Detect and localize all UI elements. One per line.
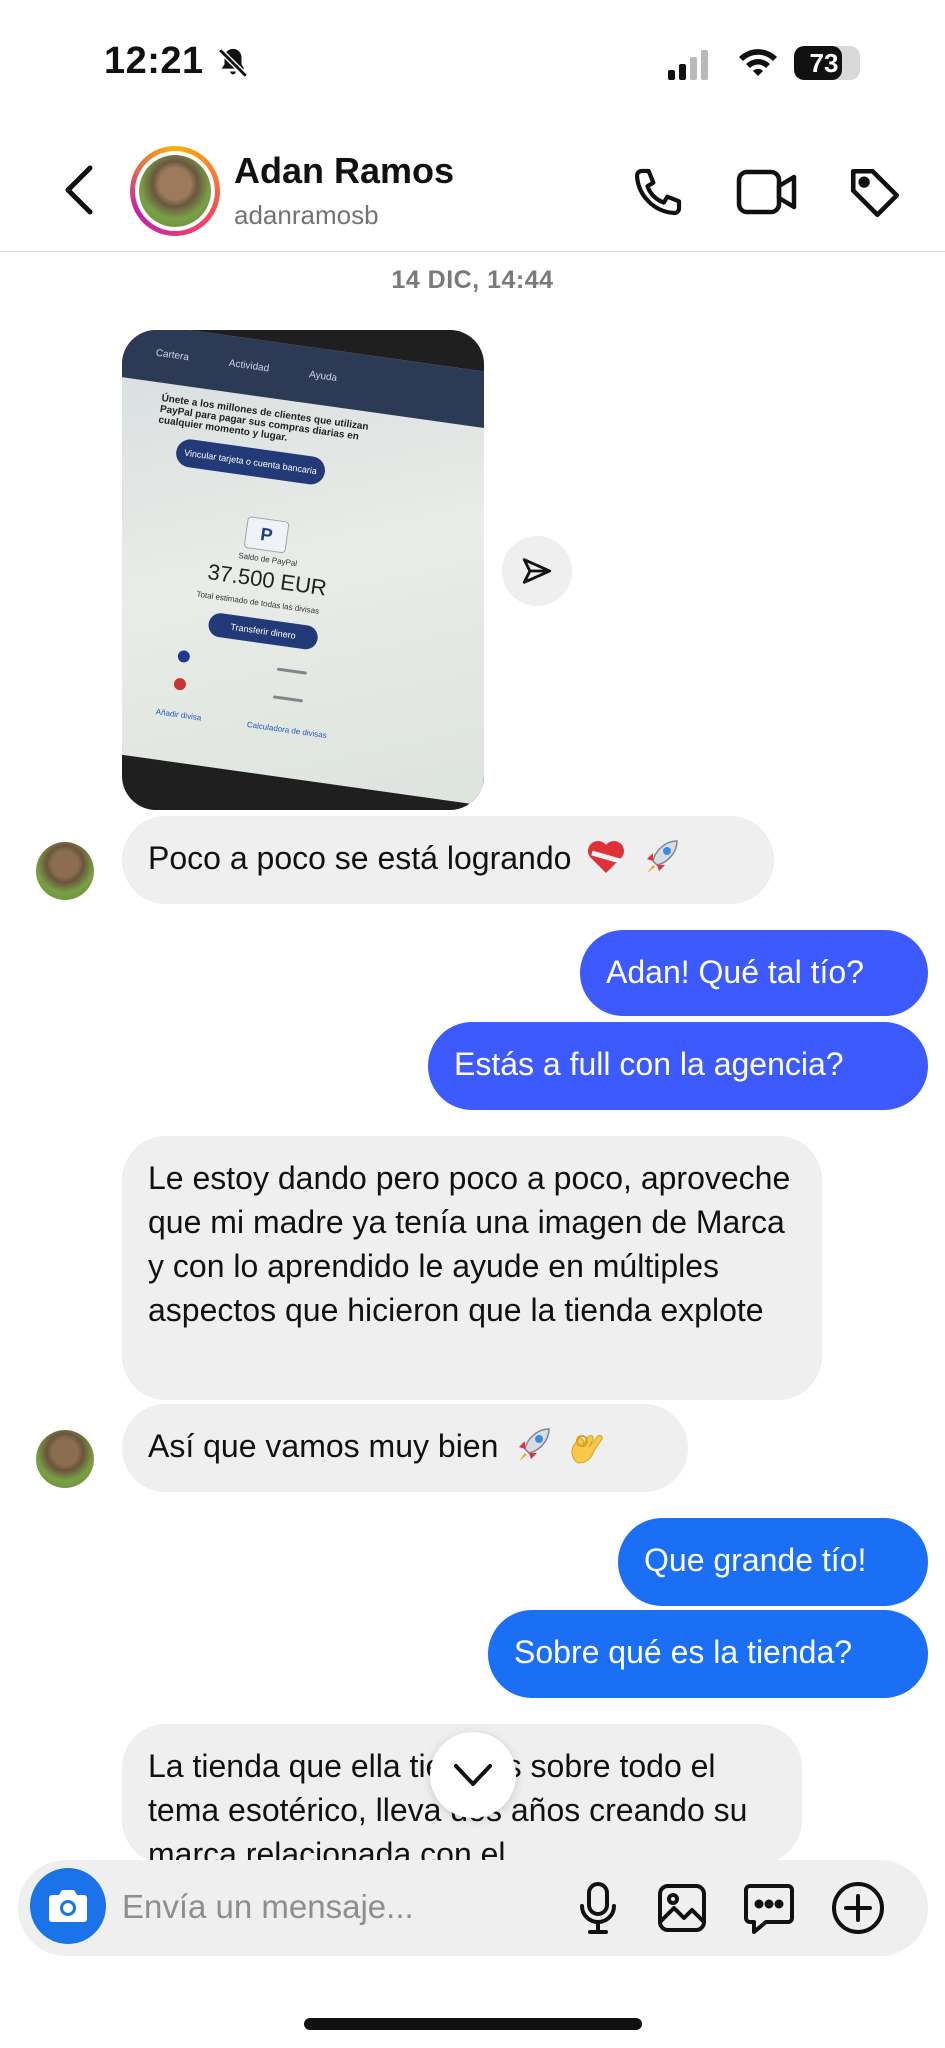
outgoing-message[interactable]: Sobre qué es la tienda? [488, 1610, 928, 1698]
chevron-down-icon [454, 1764, 492, 1786]
ok-hand-emoji-icon [571, 1435, 603, 1464]
bell-slash-icon [218, 48, 248, 78]
contact-name[interactable]: Adan Ramos [234, 150, 454, 192]
scroll-to-bottom-button[interactable] [430, 1732, 516, 1818]
camera-icon [49, 1890, 87, 1922]
message-text: Sobre qué es la tienda? [514, 1634, 853, 1670]
message-text: Así que vamos muy bien [148, 1428, 499, 1464]
contact-avatar[interactable] [130, 146, 220, 236]
incoming-message[interactable]: Así que vamos muy bien [122, 1404, 688, 1492]
photo-message[interactable]: Cartera Actividad Ayuda Únete a los mill… [122, 330, 484, 810]
message-bubble-icon[interactable] [742, 1880, 796, 1936]
tag-icon[interactable] [846, 164, 904, 222]
photo-menu-item: Actividad [228, 357, 270, 375]
photo-add-currency: Añadir divisa [155, 707, 202, 723]
contact-username[interactable]: adanramosb [234, 200, 379, 231]
paypal-screenshot: Cartera Actividad Ayuda Únete a los mill… [122, 330, 484, 806]
incoming-message[interactable]: Poco a poco se está logrando [122, 816, 774, 904]
back-icon[interactable] [58, 162, 102, 218]
microphone-icon[interactable] [576, 1880, 620, 1936]
message-text: Que grande tío! [644, 1542, 867, 1578]
camera-button[interactable] [30, 1868, 106, 1944]
message-timestamp: 14 DIC, 14:44 [391, 266, 554, 294]
photo-currency-calc: Calculadora de divisas [246, 719, 328, 741]
message-text: Estás a full con la agencia? [454, 1046, 844, 1082]
rocket-emoji-icon [519, 1428, 551, 1461]
send-icon [522, 558, 552, 584]
photo-transfer-button: Transferir dinero [206, 611, 320, 651]
sender-avatar[interactable] [36, 1430, 94, 1488]
message-text: Poco a poco se está logrando [148, 840, 572, 876]
mending-heart-emoji-icon [588, 841, 625, 873]
message-text: Adan! Qué tal tío? [606, 954, 864, 990]
phone-icon[interactable] [630, 164, 686, 220]
rocket-emoji-icon [647, 840, 678, 873]
incoming-message[interactable]: Le estoy dando pero poco a poco, aprovec… [122, 1136, 822, 1400]
signal-icon [668, 50, 708, 80]
sender-avatar[interactable] [36, 842, 94, 900]
battery-percent: 73 [809, 48, 839, 78]
outgoing-message[interactable]: Estás a full con la agencia? [428, 1022, 928, 1110]
wifi-icon [739, 49, 777, 76]
message-input[interactable] [122, 1880, 552, 1934]
photo-menu-item: Cartera [155, 347, 190, 364]
video-camera-icon[interactable] [736, 166, 798, 218]
outgoing-message[interactable]: Que grande tío! [618, 1518, 928, 1606]
message-text: Le estoy dando pero poco a poco, aprovec… [148, 1160, 791, 1328]
home-indicator [304, 2018, 642, 2030]
photo-menu-item: Ayuda [308, 369, 338, 385]
outgoing-message[interactable]: Adan! Qué tal tío? [580, 930, 928, 1016]
paypal-logo: P [243, 516, 290, 554]
header-divider [0, 251, 945, 252]
gallery-icon[interactable] [656, 1882, 708, 1934]
share-button[interactable] [502, 536, 572, 606]
plus-circle-icon[interactable] [830, 1880, 886, 1936]
battery-indicator: 73 [794, 46, 860, 80]
status-time: 12:21 [104, 40, 204, 82]
